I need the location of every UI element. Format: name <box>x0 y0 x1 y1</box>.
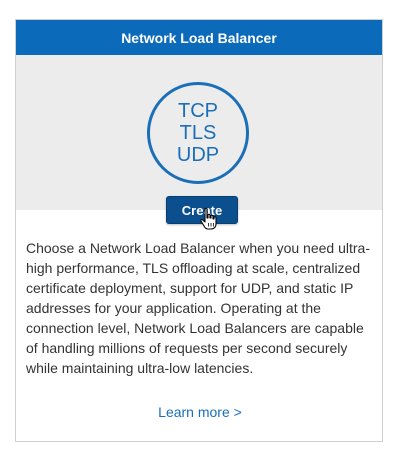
protocol-label: TLS <box>179 122 217 144</box>
card-hero: TCP TLS UDP <box>16 55 382 210</box>
protocol-label: TCP <box>178 100 218 122</box>
load-balancer-card: Network Load Balancer TCP TLS UDP Create… <box>15 19 383 442</box>
protocol-badge: TCP TLS UDP <box>147 82 249 184</box>
hand-pointer-icon <box>200 207 217 230</box>
card-title: Network Load Balancer <box>16 20 382 55</box>
protocol-label: UDP <box>176 144 220 166</box>
learn-more-link[interactable]: Learn more > <box>16 404 384 420</box>
card-description: Choose a Network Load Balancer when you … <box>26 240 370 376</box>
